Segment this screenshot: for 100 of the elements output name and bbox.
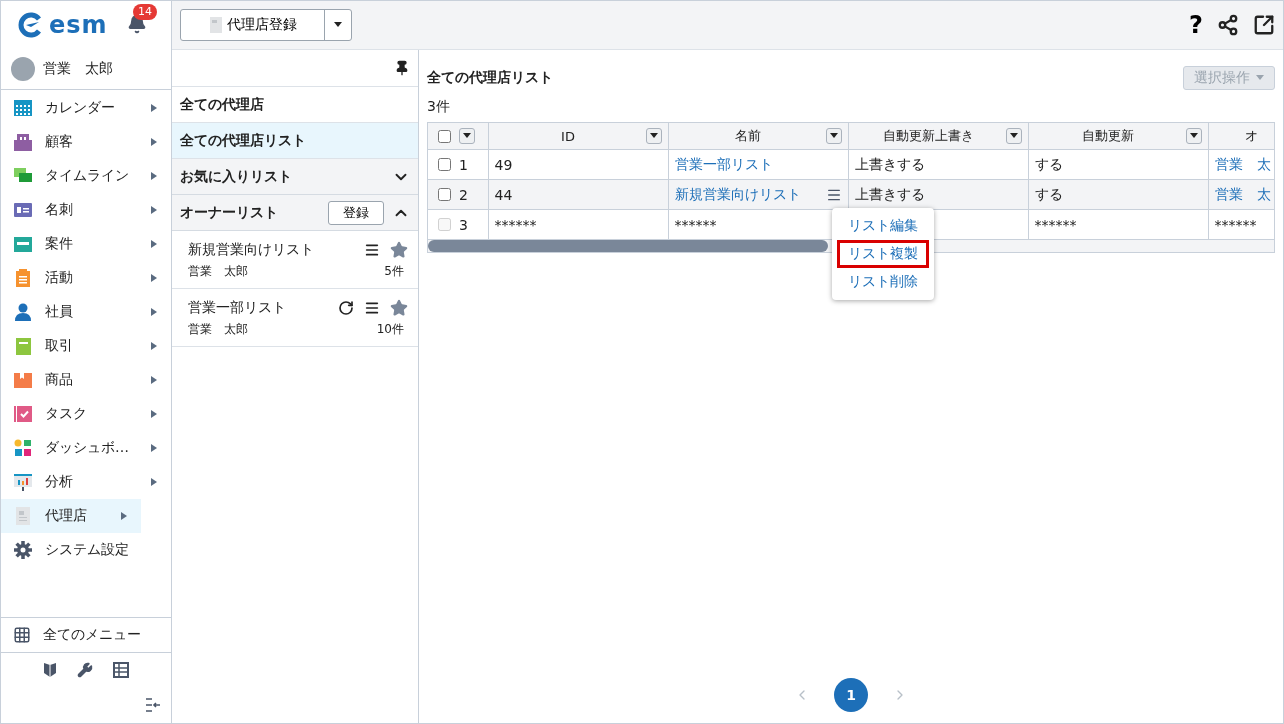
table-cell: 上書きする [854,185,925,204]
menu-item[interactable]: リスト編集 [837,212,929,240]
caret-icon [1009,133,1018,139]
collapse-menu-icon[interactable] [145,698,161,712]
sidebar-item[interactable]: 代理店 [1,499,141,533]
caret-icon [151,104,157,112]
column-header[interactable]: 名前 [668,123,848,150]
filter-button[interactable] [1185,128,1202,144]
caret-icon [829,133,838,139]
settings-icon [13,540,33,560]
menu-item[interactable]: リスト複製 [837,240,929,268]
link-cell-text[interactable]: 営業 太 [1214,155,1271,174]
column-header[interactable]: 自動更新 [1028,123,1208,150]
document-icon [13,506,33,526]
share-icon[interactable] [1217,14,1239,36]
user-name[interactable]: 営業 太郎 [43,60,113,78]
filter-button[interactable] [825,128,842,144]
caret-icon [151,376,157,384]
sidebar-item[interactable]: タスク [1,397,171,431]
caret-icon [151,274,157,282]
link-cell-text[interactable]: 営業 太 [1214,185,1271,204]
row-number: 3 [459,216,468,233]
wrench-icon[interactable] [77,662,93,678]
sidebar-item[interactable]: 顧客 [1,125,171,159]
list-title: 全ての代理店リスト [427,69,553,87]
sidebar-item[interactable]: カレンダー [1,91,171,125]
owner-list-item[interactable]: 新規営業向けリスト 営業 太郎 5件 [172,231,418,289]
sidebar-item[interactable]: 分析 [1,465,171,499]
help-button[interactable]: ? [1189,11,1203,39]
scrollbar-thumb[interactable] [428,240,828,252]
row-number: 1 [459,156,468,173]
caret-icon [151,308,157,316]
refresh-icon[interactable] [338,300,354,316]
clipboard-icon [13,268,33,288]
star-icon[interactable] [390,299,408,317]
table-cell: ****** [1034,216,1077,233]
caret-icon [151,342,157,350]
menu-item[interactable]: リスト削除 [837,268,929,296]
record-count: 3件 [427,98,451,116]
grid-icon [13,626,31,644]
star-icon[interactable] [390,241,408,259]
sidebar-item[interactable]: 取引 [1,329,171,363]
row-checkbox[interactable] [438,158,451,171]
owner-list-item[interactable]: 営業一部リスト 営業 太郎 10件 [172,289,418,347]
all-menu-item[interactable]: 全てのメニュー [1,617,171,653]
package-icon [13,370,33,390]
link-cell-text[interactable]: 営業一部リスト [674,155,773,174]
notebook-icon [13,336,33,356]
checkbox-icon [13,404,33,424]
edit-list-icon[interactable] [364,242,380,258]
caret-icon [151,206,157,214]
select-all-checkbox[interactable] [438,129,451,143]
external-link-icon[interactable] [1253,14,1275,36]
dashboard-icon [13,438,33,458]
row-number: 2 [459,186,468,203]
list-count: 10件 [376,321,404,338]
folder-icon [13,234,33,254]
caret-icon [151,138,157,146]
sidebar-item[interactable]: タイムライン [1,159,171,193]
list-nav-item[interactable]: 全ての代理店リスト [172,123,418,159]
table-icon[interactable] [113,662,129,678]
caret-icon [1256,75,1264,81]
sidebar-item[interactable]: 活動 [1,261,171,295]
sidebar-item[interactable]: 社員 [1,295,171,329]
sidebar-item[interactable]: システム設定 [1,533,171,567]
filter-button[interactable] [645,128,662,144]
shield-icon[interactable] [43,662,57,678]
filter-button[interactable] [1005,128,1022,144]
logo-icon [17,12,43,38]
sidebar-item[interactable]: 商品 [1,363,171,397]
link-cell-text[interactable]: 新規営業向けリスト [674,185,801,204]
list-section-header[interactable]: オーナーリスト 登録 [172,195,418,231]
table-cell: する [1034,155,1063,174]
table-cell: 上書きする [854,155,925,174]
edit-list-icon[interactable] [364,300,380,316]
owner-name: 営業 太郎 [188,263,248,280]
caret-icon [334,22,342,28]
caret-icon [151,444,157,452]
row-checkbox[interactable] [438,188,451,201]
sidebar-item[interactable]: 名刺 [1,193,171,227]
column-header[interactable]: ID [488,123,668,150]
caret-icon [1189,133,1198,139]
list-section-header[interactable]: お気に入りリスト [172,159,418,195]
section-title: お気に入りリスト [180,167,293,186]
filter-button[interactable] [459,128,475,144]
page-button[interactable]: 1 [834,678,868,712]
caret-icon [151,410,157,418]
owner-name: 営業 太郎 [188,321,248,338]
caret-icon [649,133,658,139]
column-header[interactable]: オ [1208,123,1274,150]
pin-icon[interactable] [394,60,410,76]
sidebar-item[interactable]: ダッシュボ… [1,431,171,465]
column-header[interactable]: 自動更新上書き [848,123,1028,150]
sidebar-item[interactable]: 案件 [1,227,171,261]
register-button[interactable]: 登録 [328,200,384,225]
logo-text: esm [49,11,108,39]
table-cell: する [1034,185,1063,204]
table-cell: 44 [494,186,513,203]
caret-icon [151,478,157,486]
user-avatar [11,57,35,81]
